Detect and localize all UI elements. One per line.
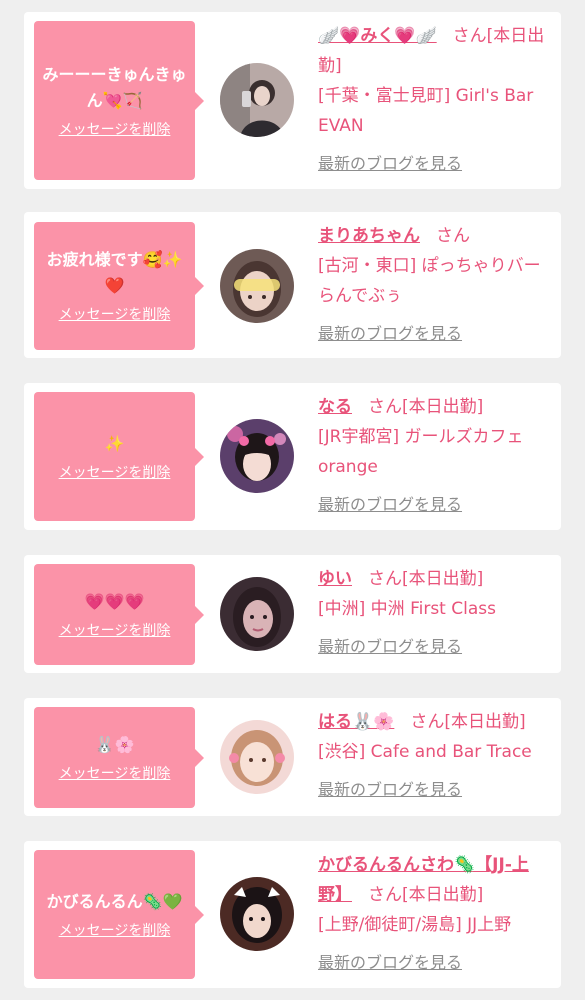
- shop-link[interactable]: [千葉・富士見町] Girl's Bar EVAN: [318, 86, 533, 136]
- san-suffix: さん: [368, 885, 402, 905]
- message-bubble: 🐰🌸 メッセージを削除: [34, 707, 204, 808]
- profile-photo-icon: [220, 63, 294, 137]
- cast-name-link[interactable]: ゆい: [318, 569, 352, 589]
- message-card: かびるんるん🦠💚 メッセージを削除 かびるんるんさわ🦠【JJ-上野】 さん[本日出…: [24, 841, 561, 988]
- avatar[interactable]: [220, 577, 294, 651]
- avatar[interactable]: [220, 419, 294, 493]
- latest-blog-link[interactable]: 最新のブログを見る: [318, 778, 462, 802]
- san-suffix: さん: [452, 26, 487, 46]
- shop-link[interactable]: [上野/御徒町/湯島] JJ上野: [318, 915, 511, 935]
- message-bubble: ✨ メッセージを削除: [34, 392, 204, 521]
- delete-message-link[interactable]: メッセージを削除: [59, 921, 171, 941]
- message-bubble: かびるんるん🦠💚 メッセージを削除: [34, 850, 204, 979]
- latest-blog-link[interactable]: 最新のブログを見る: [318, 493, 462, 517]
- avatar[interactable]: [220, 63, 294, 137]
- cast-info: ゆい さん[本日出勤] [中洲] 中洲 First Class 最新のブログを見る: [318, 564, 553, 662]
- avatar[interactable]: [220, 249, 294, 323]
- message-text: ✨: [104, 433, 125, 453]
- profile-photo-icon: [220, 249, 294, 323]
- cast-info: はる🐰🌸 さん[本日出勤] [渋谷] Cafe and Bar Trace 最新の…: [318, 707, 553, 805]
- message-bubble: みーーーきゅんきゅん💘🏹 メッセージを削除: [34, 21, 204, 180]
- attendance-status: [本日出勤]: [402, 569, 484, 589]
- profile-photo-icon: [220, 877, 294, 951]
- message-text: 💗💗💗: [84, 591, 145, 611]
- avatar[interactable]: [220, 877, 294, 951]
- message-bubble: 💗💗💗 メッセージを削除: [34, 564, 204, 665]
- message-card: 💗💗💗 メッセージを削除 ゆい さん[本日出勤] [中洲] 中洲 First Cl…: [24, 555, 561, 673]
- shop-link[interactable]: [渋谷] Cafe and Bar Trace: [318, 742, 532, 762]
- cast-info: 🪽💗みく💗🪽 さん[本日出勤] [千葉・富士見町] Girl's Bar EVAN…: [318, 21, 553, 179]
- delete-message-link[interactable]: メッセージを削除: [59, 621, 171, 641]
- cast-info: なる さん[本日出勤] [JR宇都宮] ガールズカフェ orange 最新のブログ…: [318, 392, 553, 520]
- latest-blog-link[interactable]: 最新のブログを見る: [318, 951, 462, 975]
- san-suffix: さん: [368, 569, 402, 589]
- message-card: ✨ メッセージを削除 なる さん[本日出勤] [JR宇都宮] ガールズカフェ or…: [24, 383, 561, 530]
- delete-message-link[interactable]: メッセージを削除: [59, 120, 171, 140]
- message-card: 🐰🌸 メッセージを削除 はる🐰🌸 さん[本日出勤] [渋谷] Cafe and B…: [24, 698, 561, 816]
- attendance-status: [本日出勤]: [444, 712, 526, 732]
- avatar[interactable]: [220, 720, 294, 794]
- san-suffix: さん: [436, 226, 470, 246]
- cast-name-link[interactable]: はる🐰🌸: [318, 712, 394, 732]
- latest-blog-link[interactable]: 最新のブログを見る: [318, 322, 462, 346]
- message-card: みーーーきゅんきゅん💘🏹 メッセージを削除 🪽💗みく💗🪽 さん[本日出勤] [千葉…: [24, 12, 561, 189]
- cast-name-link[interactable]: なる: [318, 397, 352, 417]
- profile-photo-icon: [220, 419, 294, 493]
- delete-message-link[interactable]: メッセージを削除: [59, 305, 171, 325]
- message-bubble: お疲れ様です🥰✨❤️ メッセージを削除: [34, 222, 204, 350]
- attendance-status: [本日出勤]: [402, 885, 484, 905]
- shop-link[interactable]: [中洲] 中洲 First Class: [318, 599, 496, 619]
- cast-info: まりあちゃん さん [古河・東口] ぽっちゃりバー らんでぶぅ 最新のブログを見る: [318, 221, 553, 349]
- message-text: みーーーきゅんきゅん💘🏹: [42, 64, 187, 110]
- cast-name-link[interactable]: まりあちゃん: [318, 226, 420, 246]
- message-text: お疲れ様です🥰✨❤️: [46, 250, 183, 295]
- profile-photo-icon: [220, 720, 294, 794]
- attendance-status: [本日出勤]: [402, 397, 484, 417]
- cast-info: かびるんるんさわ🦠【JJ-上野】 さん[本日出勤] [上野/御徒町/湯島] JJ上…: [318, 850, 553, 978]
- message-card: お疲れ様です🥰✨❤️ メッセージを削除 まりあちゃん さん [古河・東口] ぽっち…: [24, 212, 561, 358]
- shop-link[interactable]: [古河・東口] ぽっちゃりバー らんでぶぅ: [318, 256, 541, 306]
- san-suffix: さん: [368, 397, 402, 417]
- profile-photo-icon: [220, 577, 294, 651]
- message-text: かびるんるん🦠💚: [46, 891, 183, 911]
- message-text: 🐰🌸: [94, 734, 135, 754]
- cast-name-link[interactable]: 🪽💗みく💗🪽: [318, 26, 437, 46]
- delete-message-link[interactable]: メッセージを削除: [59, 764, 171, 784]
- shop-link[interactable]: [JR宇都宮] ガールズカフェ orange: [318, 427, 524, 477]
- latest-blog-link[interactable]: 最新のブログを見る: [318, 635, 462, 659]
- san-suffix: さん: [410, 712, 445, 732]
- delete-message-link[interactable]: メッセージを削除: [59, 463, 171, 483]
- latest-blog-link[interactable]: 最新のブログを見る: [318, 152, 462, 176]
